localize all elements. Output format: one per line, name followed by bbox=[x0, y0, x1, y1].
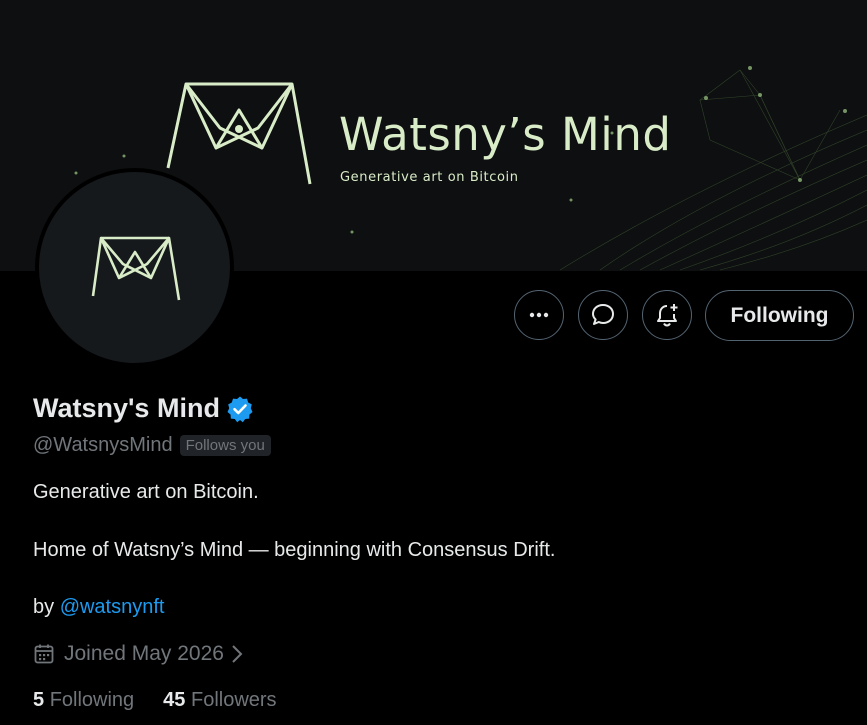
notification-button[interactable] bbox=[642, 290, 692, 340]
message-button[interactable] bbox=[578, 290, 628, 340]
handle: @WatsnysMind bbox=[33, 434, 173, 456]
following-count: 5 bbox=[33, 689, 45, 711]
following-label: Following bbox=[49, 689, 135, 711]
followers-label: Followers bbox=[190, 689, 277, 711]
message-icon bbox=[592, 304, 614, 325]
handle-row: @WatsnysMind Follows you bbox=[33, 434, 271, 457]
following-button[interactable]: Following bbox=[705, 290, 854, 341]
more-icon bbox=[529, 312, 549, 318]
following-stat[interactable]: 5 Following bbox=[33, 689, 134, 712]
mention-link[interactable]: @watsnynft bbox=[60, 596, 165, 618]
joined-date[interactable]: Joined May 2026 bbox=[33, 642, 244, 666]
profile-name-row: Watsny's Mind bbox=[33, 393, 254, 424]
more-button[interactable] bbox=[514, 290, 564, 340]
avatar-logo bbox=[91, 236, 181, 301]
notification-bell-plus-icon bbox=[657, 304, 678, 327]
display-name: Watsny's Mind bbox=[33, 393, 220, 423]
avatar[interactable] bbox=[35, 168, 234, 367]
follows-you-badge: Follows you bbox=[179, 435, 271, 456]
calendar-icon bbox=[34, 644, 54, 664]
follow-stats: 5 Following 45 Followers bbox=[33, 689, 306, 712]
chevron-right-icon bbox=[232, 645, 243, 663]
verified-badge-icon[interactable] bbox=[226, 395, 254, 423]
joined-text: Joined May 2026 bbox=[64, 642, 224, 665]
bio-by-line: by @watsnynft bbox=[33, 596, 164, 619]
bio-line-1: Generative art on Bitcoin. bbox=[33, 481, 259, 503]
banner-title: Watsny’s Mind bbox=[339, 108, 672, 161]
followers-count: 45 bbox=[163, 689, 186, 711]
banner-subtitle: Generative art on Bitcoin bbox=[340, 170, 519, 185]
bio-line-2: Home of Watsny’s Mind — beginning with C… bbox=[33, 539, 556, 561]
by-prefix: by bbox=[33, 596, 60, 618]
followers-stat[interactable]: 45 Followers bbox=[163, 689, 276, 712]
